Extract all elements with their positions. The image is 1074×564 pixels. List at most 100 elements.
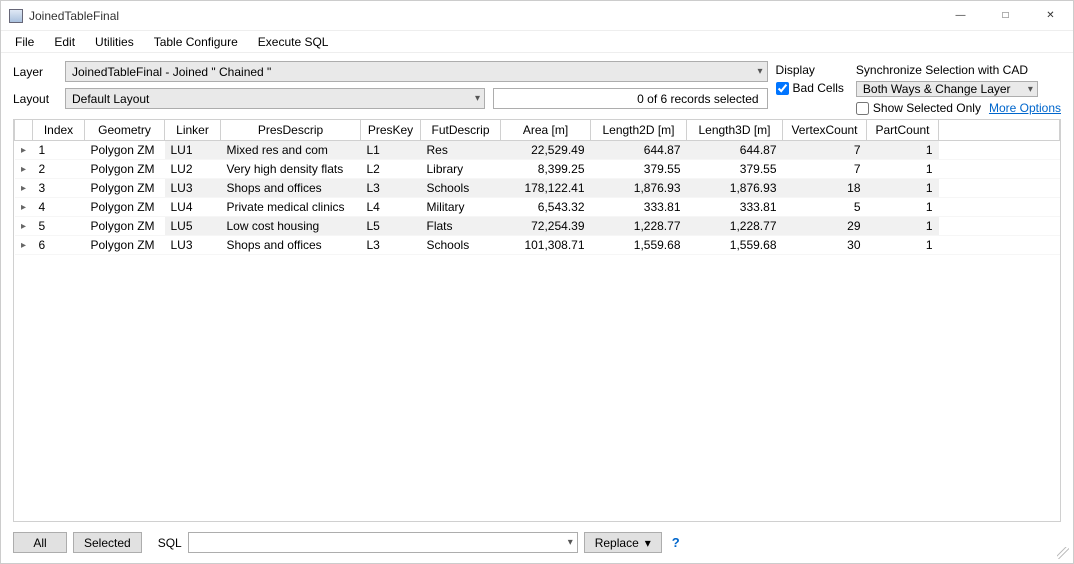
cell-length2d: 1,228.77: [591, 217, 687, 236]
help-icon[interactable]: ?: [672, 535, 680, 550]
table-row[interactable]: ▸3Polygon ZMLU3Shops and officesL3School…: [15, 179, 1060, 198]
chevron-down-icon: ▾: [1028, 84, 1033, 95]
cell-presdescrip: Low cost housing: [221, 217, 361, 236]
close-button[interactable]: ✕: [1028, 1, 1073, 31]
bad-cells-input[interactable]: [776, 82, 789, 95]
menu-edit[interactable]: Edit: [44, 33, 85, 51]
show-selected-checkbox[interactable]: Show Selected Only: [856, 101, 981, 115]
menu-utilities[interactable]: Utilities: [85, 33, 144, 51]
col-length2d[interactable]: Length2D [m]: [591, 120, 687, 141]
selection-status-text: 0 of 6 records selected: [637, 92, 758, 106]
cell-preskey: L2: [361, 160, 421, 179]
cell-filler: [939, 198, 1060, 217]
bottom-bar: All Selected SQL ▾ Replace ▾ ?: [1, 526, 1073, 563]
cell-length2d: 644.87: [591, 141, 687, 160]
window-title: JoinedTableFinal: [29, 9, 119, 23]
cell-linker: LU2: [165, 160, 221, 179]
cell-presdescrip: Shops and offices: [221, 179, 361, 198]
cell-partcount: 1: [867, 179, 939, 198]
expand-icon[interactable]: ▸: [15, 179, 33, 198]
table-row[interactable]: ▸2Polygon ZMLU2Very high density flatsL2…: [15, 160, 1060, 179]
col-preskey[interactable]: PresKey: [361, 120, 421, 141]
menubar: File Edit Utilities Table Configure Exec…: [1, 31, 1073, 53]
cell-filler: [939, 179, 1060, 198]
layout-combo-value: Default Layout: [72, 92, 149, 106]
menu-file[interactable]: File: [5, 33, 44, 51]
minimize-button[interactable]: —: [938, 1, 983, 31]
cell-index: 2: [33, 160, 85, 179]
cell-presdescrip: Private medical clinics: [221, 198, 361, 217]
maximize-button[interactable]: □: [983, 1, 1028, 31]
chevron-down-icon: ▾: [645, 536, 651, 550]
col-vertexcount[interactable]: VertexCount: [783, 120, 867, 141]
expand-icon[interactable]: ▸: [15, 160, 33, 179]
sql-input[interactable]: ▾: [188, 532, 578, 553]
menu-execute-sql[interactable]: Execute SQL: [248, 33, 339, 51]
menu-table-configure[interactable]: Table Configure: [144, 33, 248, 51]
col-geometry[interactable]: Geometry: [85, 120, 165, 141]
cell-geometry: Polygon ZM: [85, 141, 165, 160]
expand-icon[interactable]: ▸: [15, 198, 33, 217]
cell-index: 5: [33, 217, 85, 236]
cell-linker: LU1: [165, 141, 221, 160]
table-row[interactable]: ▸4Polygon ZMLU4Private medical clinicsL4…: [15, 198, 1060, 217]
col-area[interactable]: Area [m]: [501, 120, 591, 141]
table-row[interactable]: ▸1Polygon ZMLU1Mixed res and comL1Res22,…: [15, 141, 1060, 160]
chevron-down-icon: ▾: [758, 66, 763, 77]
cell-vertexcount: 7: [783, 141, 867, 160]
cell-vertexcount: 30: [783, 236, 867, 255]
cell-vertexcount: 5: [783, 198, 867, 217]
expand-icon[interactable]: ▸: [15, 141, 33, 160]
table-row[interactable]: ▸5Polygon ZMLU5Low cost housingL5Flats72…: [15, 217, 1060, 236]
col-index[interactable]: Index: [33, 120, 85, 141]
cell-length3d: 644.87: [687, 141, 783, 160]
cell-partcount: 1: [867, 141, 939, 160]
cell-vertexcount: 7: [783, 160, 867, 179]
all-button[interactable]: All: [13, 532, 67, 553]
cell-filler: [939, 160, 1060, 179]
sync-combo-value: Both Ways & Change Layer: [863, 82, 1011, 96]
table-row[interactable]: ▸6Polygon ZMLU3Shops and officesL3School…: [15, 236, 1060, 255]
selected-button[interactable]: Selected: [73, 532, 142, 553]
cell-index: 1: [33, 141, 85, 160]
show-selected-input[interactable]: [856, 102, 869, 115]
cell-presdescrip: Shops and offices: [221, 236, 361, 255]
more-options-link[interactable]: More Options: [989, 101, 1061, 115]
layer-combo[interactable]: JoinedTableFinal - Joined " Chained " ▾: [65, 61, 768, 82]
cell-partcount: 1: [867, 217, 939, 236]
cell-length2d: 379.55: [591, 160, 687, 179]
col-partcount[interactable]: PartCount: [867, 120, 939, 141]
cell-partcount: 1: [867, 236, 939, 255]
cell-geometry: Polygon ZM: [85, 160, 165, 179]
cell-geometry: Polygon ZM: [85, 179, 165, 198]
cell-geometry: Polygon ZM: [85, 198, 165, 217]
col-expander[interactable]: [15, 120, 33, 141]
replace-button[interactable]: Replace ▾: [584, 532, 662, 553]
table-header-row: Index Geometry Linker PresDescrip PresKe…: [15, 120, 1060, 141]
bad-cells-checkbox[interactable]: Bad Cells: [776, 81, 844, 95]
col-futdescrip[interactable]: FutDescrip: [421, 120, 501, 141]
expand-icon[interactable]: ▸: [15, 217, 33, 236]
cell-area: 6,543.32: [501, 198, 591, 217]
titlebar: JoinedTableFinal — □ ✕: [1, 1, 1073, 31]
cell-area: 22,529.49: [501, 141, 591, 160]
cell-linker: LU4: [165, 198, 221, 217]
col-presdescrip[interactable]: PresDescrip: [221, 120, 361, 141]
col-linker[interactable]: Linker: [165, 120, 221, 141]
cell-futdescrip: Flats: [421, 217, 501, 236]
resize-grip[interactable]: [1057, 547, 1069, 559]
sql-label: SQL: [158, 536, 182, 550]
table-body: ▸1Polygon ZMLU1Mixed res and comL1Res22,…: [15, 141, 1060, 255]
expand-icon[interactable]: ▸: [15, 236, 33, 255]
chevron-down-icon: ▾: [568, 537, 573, 548]
layout-label: Layout: [13, 92, 57, 106]
cell-partcount: 1: [867, 198, 939, 217]
cell-presdescrip: Very high density flats: [221, 160, 361, 179]
cell-presdescrip: Mixed res and com: [221, 141, 361, 160]
col-length3d[interactable]: Length3D [m]: [687, 120, 783, 141]
selection-status: 0 of 6 records selected: [493, 88, 768, 109]
layer-label: Layer: [13, 65, 57, 79]
sync-combo[interactable]: Both Ways & Change Layer ▾: [856, 81, 1038, 97]
cell-preskey: L1: [361, 141, 421, 160]
layout-combo[interactable]: Default Layout ▾: [65, 88, 485, 109]
